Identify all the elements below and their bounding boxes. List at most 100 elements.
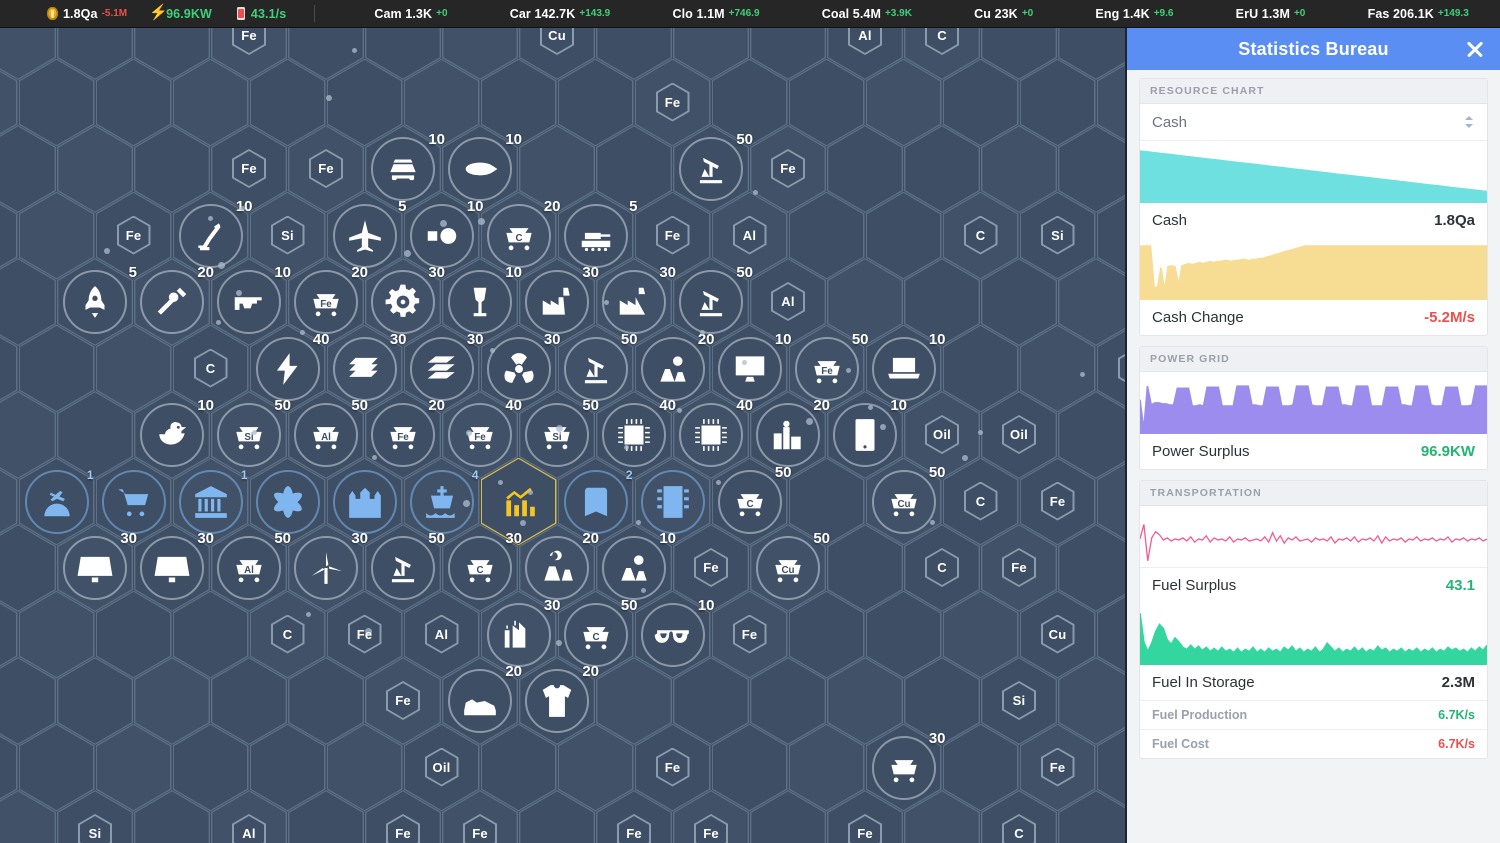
resource-node-si[interactable]: Si (1002, 681, 1036, 720)
fuel-canister-icon (234, 6, 247, 21)
resource-delta: +149.3 (1438, 8, 1469, 19)
chart-container (1140, 141, 1487, 203)
resource-node-fe[interactable]: Fe (694, 814, 728, 843)
primary-resources: 1.8Qa-5.1M96.9KW43.1/s (0, 6, 286, 21)
resource-node-fe[interactable]: Fe (656, 748, 690, 787)
resource-node-oil[interactable]: Oil (425, 748, 459, 787)
resource-node-c[interactable]: C (271, 615, 305, 654)
connector-dot (466, 430, 472, 436)
resource-node-si[interactable]: Si (1041, 216, 1075, 255)
resource-node-c[interactable]: C (1002, 814, 1036, 843)
hex-map[interactable]: FeCuAlCFeFeFe101050FeFe10Si510C205FeAlCS… (0, 28, 1125, 843)
traffic-icon (654, 483, 692, 521)
connector-dot (252, 430, 257, 435)
hex-tile[interactable]: Fe (827, 790, 903, 843)
resource-node-fe[interactable]: Fe (656, 83, 690, 122)
chart-container (1140, 372, 1487, 434)
resource-node-oil[interactable]: Oil (1002, 415, 1036, 454)
book-icon (577, 483, 615, 521)
resource-node-al[interactable]: Al (771, 282, 805, 321)
resource-node-c[interactable]: C (964, 216, 998, 255)
resource-node-fe[interactable]: Fe (117, 216, 151, 255)
resource-node-oil[interactable]: Oil (925, 415, 959, 454)
shoe-icon (461, 682, 499, 720)
resource-node-fe[interactable]: Fe (386, 681, 420, 720)
resource-node-c[interactable]: C (964, 482, 998, 521)
connector-dot (218, 262, 225, 269)
resource-node-fe[interactable]: Fe (1041, 748, 1075, 787)
hex-tile[interactable]: Al (211, 790, 287, 843)
resource-delta: +746.9 (729, 8, 760, 19)
panel-body: RESOURCE CHARTCashCash1.8QaCash Change-5… (1127, 70, 1500, 843)
building-level-badge: 1 (241, 468, 248, 482)
resource-node-c[interactable]: C (925, 548, 959, 587)
resource-node-al[interactable]: Al (848, 28, 882, 55)
resource-delta: +0 (436, 8, 447, 19)
resource-symbol: Fe (472, 826, 488, 841)
resource-chart-select[interactable]: Cash (1140, 104, 1487, 141)
stat-value: 6.7K/s (1438, 708, 1475, 722)
hex-shape (288, 790, 364, 843)
resource-symbol: Fe (126, 228, 142, 243)
resource-node-fe[interactable]: Fe (656, 216, 690, 255)
resource-node-fe[interactable]: Fe (232, 149, 266, 188)
hex-tile[interactable] (750, 790, 826, 843)
hex-tile[interactable] (134, 790, 210, 843)
resource-node-fe[interactable]: Fe (848, 814, 882, 843)
resource-node-fe[interactable]: Fe (617, 814, 651, 843)
resource-node-fe[interactable]: Fe (386, 814, 420, 843)
hex-tile[interactable] (0, 790, 56, 843)
stat-row-secondary: Fuel Production6.7K/s (1140, 700, 1487, 729)
resource-node-fe[interactable]: Fe (733, 615, 767, 654)
chevron-updown-icon[interactable] (1463, 113, 1475, 131)
hex-tile[interactable] (1058, 790, 1125, 843)
hex-tile[interactable]: Fe (596, 790, 672, 843)
resource-node-fe[interactable]: Fe (1041, 482, 1075, 521)
resource-node-si[interactable]: Si (271, 216, 305, 255)
resource-label: Car 142.7K (510, 7, 576, 21)
resource-node-fe[interactable]: Fe (1002, 548, 1036, 587)
resource-node-fe[interactable]: Fe (694, 548, 728, 587)
resource-node-c[interactable]: C (194, 349, 228, 388)
resource-node-al[interactable]: Al (232, 814, 266, 843)
coin-icon (46, 6, 59, 21)
rocket-icon (76, 283, 114, 321)
connector-dot (641, 588, 646, 593)
cart-icon (115, 483, 153, 521)
hex-tile[interactable]: Si (57, 790, 133, 843)
resource-node-al[interactable]: Al (1118, 349, 1126, 388)
resource-node-al[interactable]: Al (425, 615, 459, 654)
topbar-divider (314, 5, 315, 22)
resource-label: ErU 1.3M (1236, 7, 1290, 21)
stat-row: Fuel In Storage2.3M (1140, 665, 1487, 700)
connector-dot (806, 418, 813, 425)
resource-node-cu[interactable]: Cu (1041, 615, 1075, 654)
hex-tile[interactable] (904, 790, 980, 843)
close-icon[interactable] (1464, 38, 1486, 60)
resource-node-cu[interactable]: Cu (540, 28, 574, 55)
resource-node-fe[interactable]: Fe (348, 615, 382, 654)
hex-tile[interactable] (519, 790, 595, 843)
hex-tile[interactable]: C (981, 790, 1057, 843)
hex-tile-layer: FeCuAlCFeFeFe101050FeFe10Si510C205FeAlCS… (0, 28, 1125, 843)
resource-symbol: Fe (318, 161, 334, 176)
resource-node-c[interactable]: C (925, 28, 959, 55)
resource-symbol: Fe (395, 693, 411, 708)
resource-node-fe[interactable]: Fe (232, 28, 266, 55)
coal-cart-icon: C (577, 616, 615, 654)
hex-tile[interactable]: Fe (365, 790, 441, 843)
resource-node-fe[interactable]: Fe (309, 149, 343, 188)
section-header: POWER GRID (1140, 347, 1487, 372)
chip-icon (615, 416, 653, 454)
resource-node-fe[interactable]: Fe (771, 149, 805, 188)
hex-tile[interactable] (288, 790, 364, 843)
resource-node-fe[interactable]: Fe (463, 814, 497, 843)
connector-dot (604, 300, 609, 305)
coal-cart-icon: C (500, 217, 538, 255)
page-title: Statistics Bureau (1238, 39, 1388, 60)
hex-tile[interactable]: Fe (673, 790, 749, 843)
resource-node-al[interactable]: Al (733, 216, 767, 255)
hex-tile[interactable]: Fe (442, 790, 518, 843)
resource-node-si[interactable]: Si (78, 814, 112, 843)
resource-counter: ErU 1.3M+0 (1236, 7, 1306, 21)
